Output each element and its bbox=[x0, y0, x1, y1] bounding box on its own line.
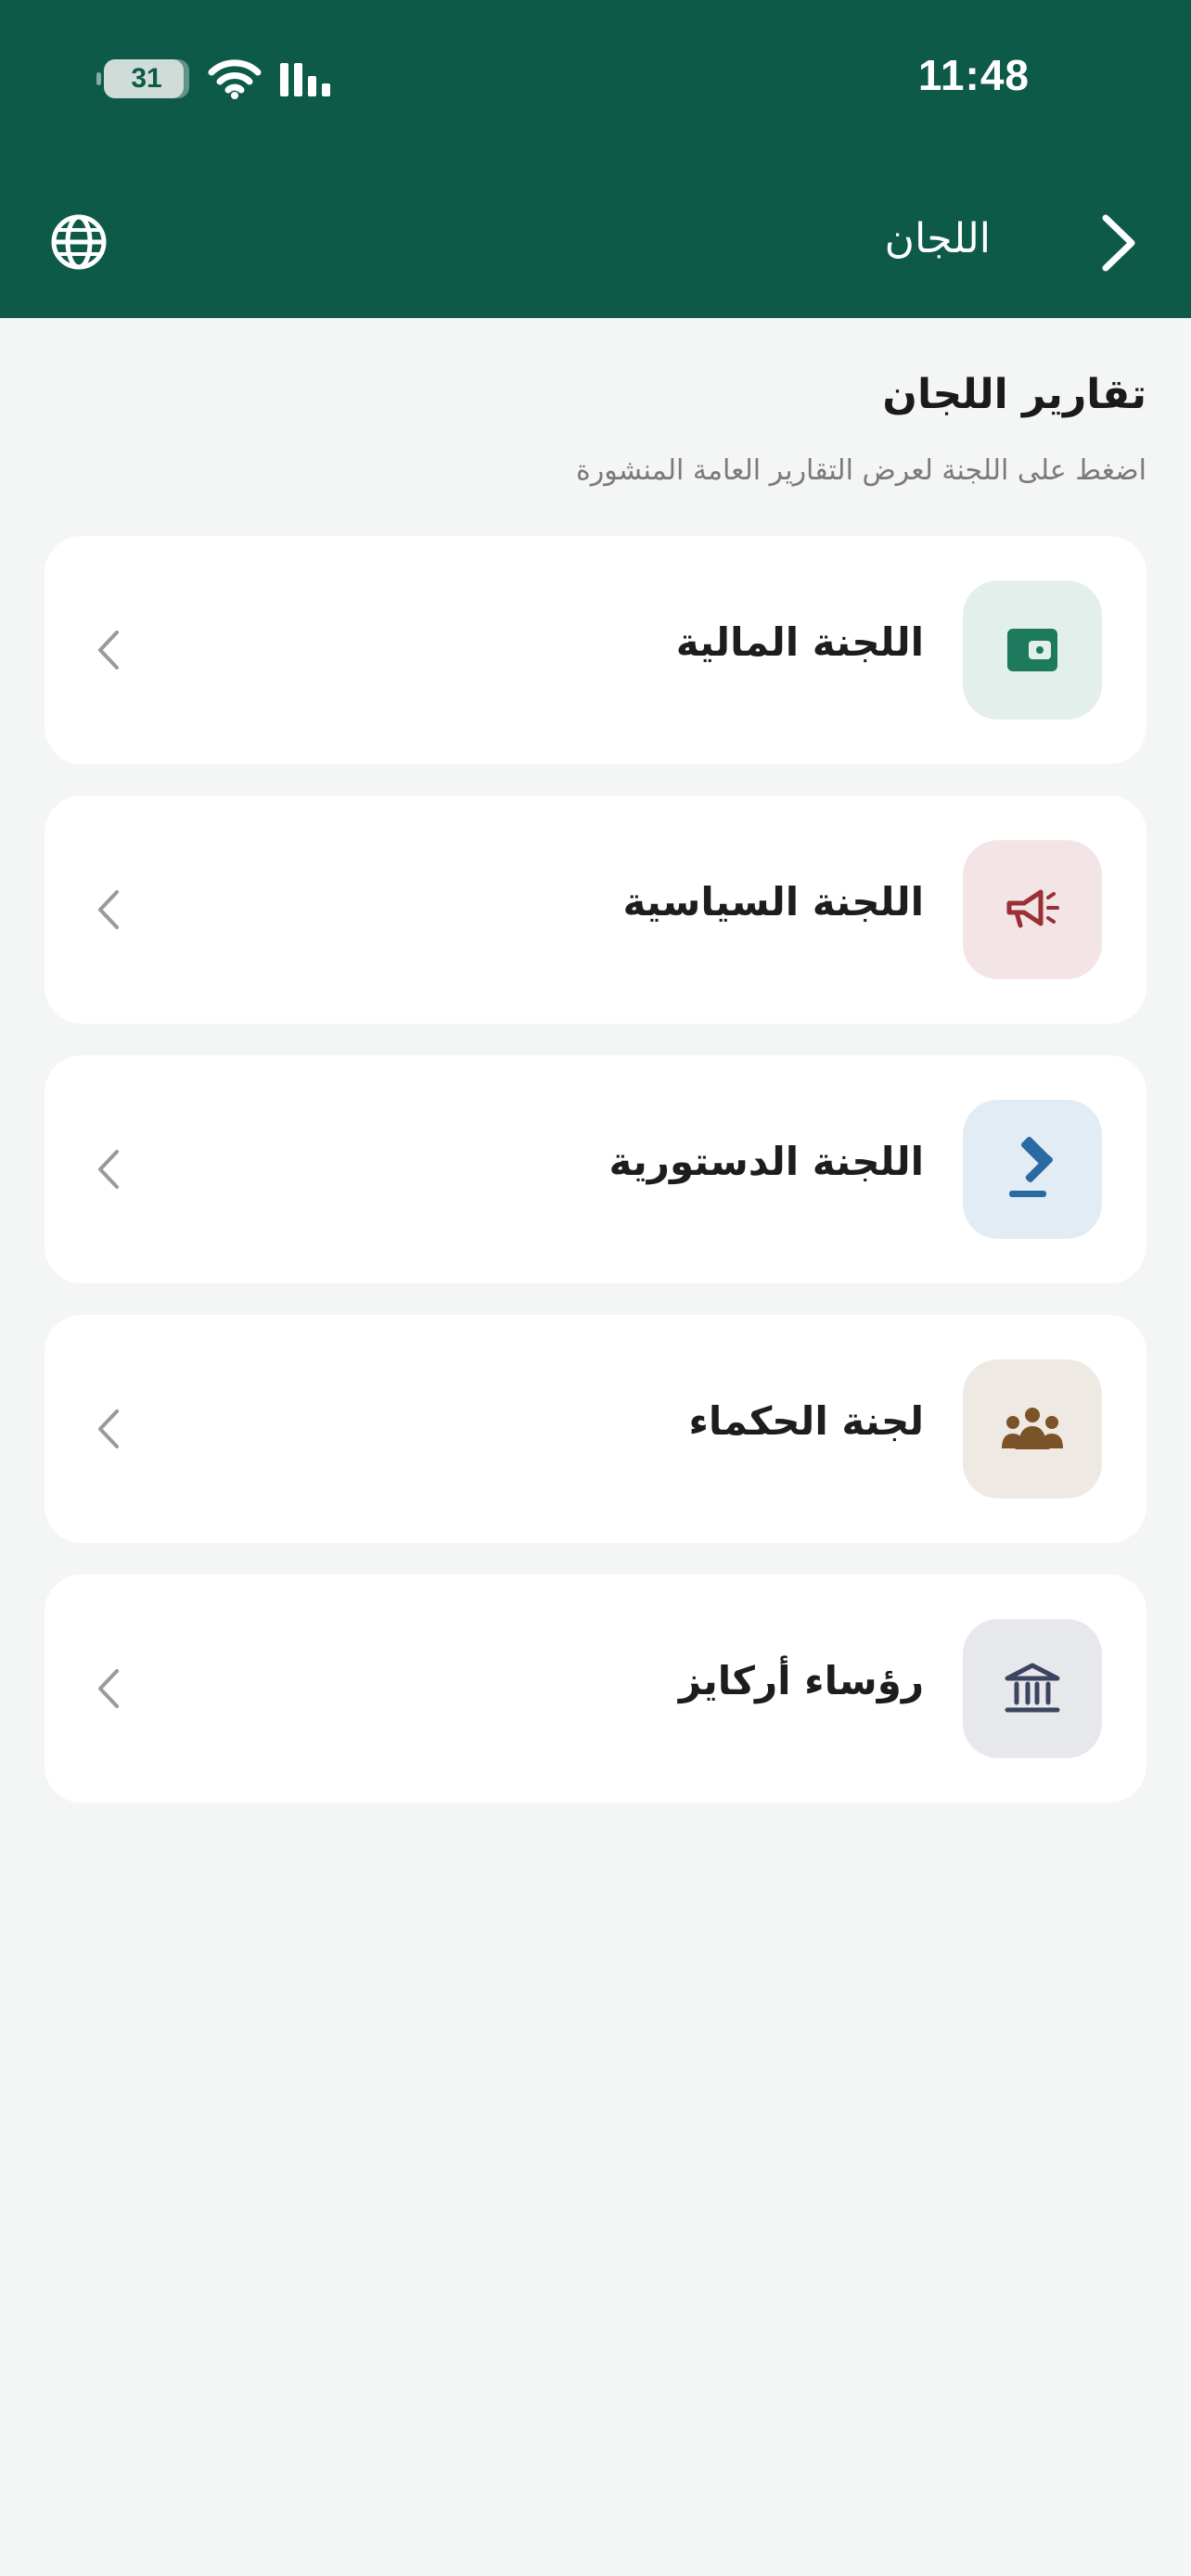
chevron-left-icon bbox=[98, 890, 119, 929]
page-title: اللجان bbox=[884, 215, 991, 262]
chevron-left-icon bbox=[98, 631, 119, 670]
chevron-left-icon bbox=[98, 1409, 119, 1448]
committee-label: رؤساء أركايز bbox=[678, 1658, 924, 1703]
committee-label: لجنة الحكماء bbox=[688, 1398, 924, 1444]
committee-label: اللجنة المالية bbox=[675, 619, 924, 665]
committee-icon-container bbox=[963, 1359, 1102, 1498]
committee-card-constitutional[interactable]: اللجنة الدستورية bbox=[45, 1055, 1146, 1283]
committee-card-finance[interactable]: اللجنة المالية bbox=[45, 536, 1146, 764]
chevron-left-icon bbox=[98, 1150, 119, 1189]
cellular-signal-icon bbox=[280, 61, 330, 96]
battery-level: 31 bbox=[131, 63, 162, 94]
language-globe-icon[interactable] bbox=[50, 213, 108, 271]
gavel-icon bbox=[1009, 1137, 1054, 1197]
battery-icon: 31 bbox=[96, 59, 189, 98]
section-subtitle: اضغط على اللجنة لعرض التقارير العامة الم… bbox=[576, 454, 1146, 487]
people-group-icon bbox=[1002, 1408, 1063, 1449]
committee-icon-container bbox=[963, 1100, 1102, 1239]
chevron-left-icon bbox=[98, 1669, 119, 1708]
bank-building-icon bbox=[1005, 1663, 1060, 1713]
status-time: 11:48 bbox=[917, 51, 1030, 99]
app-header: 31 11:48 اللجان bbox=[0, 0, 1191, 318]
section-title: تقارير اللجان bbox=[882, 371, 1146, 418]
committee-card-arcaiz-heads[interactable]: رؤساء أركايز bbox=[45, 1575, 1146, 1803]
wallet-icon bbox=[1007, 629, 1057, 671]
committee-icon-container bbox=[963, 840, 1102, 979]
back-chevron-icon[interactable] bbox=[1098, 210, 1139, 275]
committee-icon-container bbox=[963, 1619, 1102, 1758]
megaphone-icon bbox=[1006, 889, 1059, 928]
committee-label: اللجنة السياسية bbox=[622, 879, 924, 925]
status-icons: 31 bbox=[96, 57, 330, 100]
committee-card-elders[interactable]: لجنة الحكماء bbox=[45, 1315, 1146, 1543]
committee-card-political[interactable]: اللجنة السياسية bbox=[45, 796, 1146, 1024]
wifi-icon bbox=[208, 59, 262, 99]
committee-icon-container bbox=[963, 580, 1102, 720]
committee-label: اللجنة الدستورية bbox=[608, 1139, 924, 1184]
